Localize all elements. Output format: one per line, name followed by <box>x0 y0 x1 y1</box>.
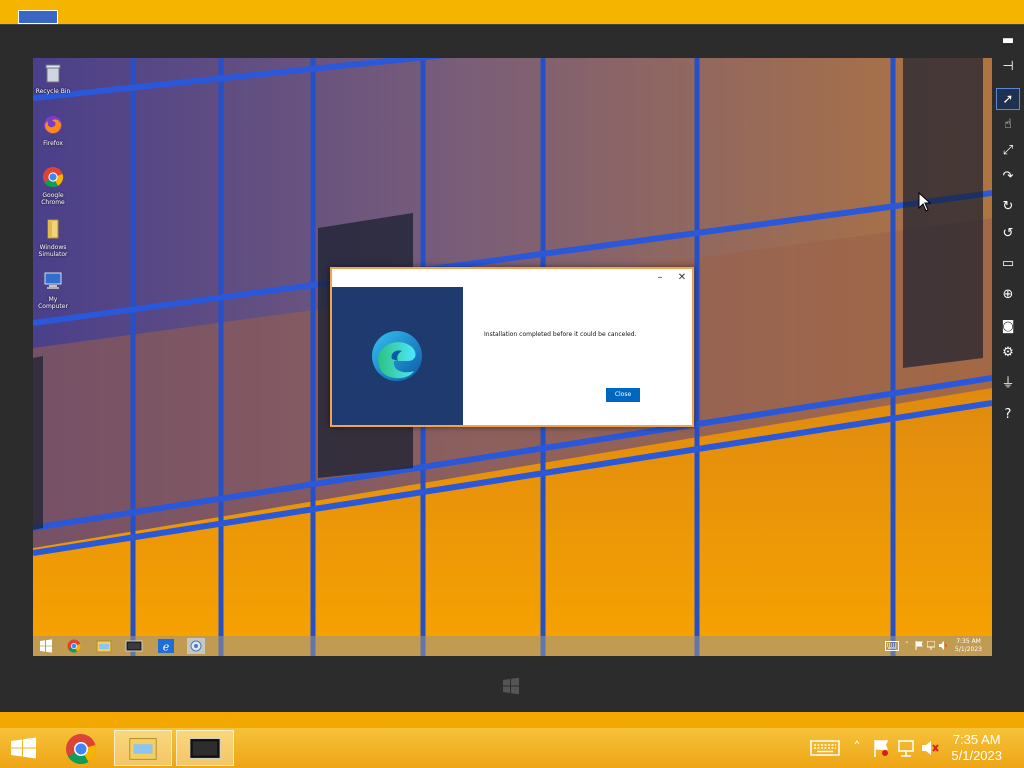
volume-icon[interactable] <box>939 641 947 650</box>
host-desktop-icon[interactable] <box>18 10 58 24</box>
edge-logo-icon <box>372 331 422 381</box>
minimize-tool[interactable]: ▬ <box>996 30 1020 52</box>
mouse-cursor-icon <box>918 192 932 212</box>
action-center-flag-icon[interactable] <box>872 738 890 758</box>
screenshot-tool[interactable]: ◙ <box>996 316 1020 338</box>
network-icon[interactable] <box>896 738 916 758</box>
folder-icon <box>47 219 59 239</box>
computer-icon <box>44 272 62 289</box>
action-center-flag-icon[interactable] <box>915 641 923 650</box>
tray-chevron-icon[interactable]: ˄ <box>850 738 864 758</box>
pinch-zoom-tool[interactable]: ⤢ <box>996 140 1020 162</box>
simulator-home-button[interactable] <box>500 676 522 696</box>
help-tool[interactable]: ? <box>996 404 1020 426</box>
chrome-icon[interactable] <box>63 638 85 654</box>
minimize-button[interactable]: – <box>650 271 670 285</box>
dialog-titlebar: – ✕ <box>332 269 692 287</box>
desktop-icon-my-computer[interactable]: My Computer <box>35 270 71 310</box>
host-clock[interactable]: 7:35 AM 5/1/2023 <box>951 732 1002 764</box>
simulator-screen[interactable]: Recycle Bin Firefox Google Chrome Window… <box>33 58 992 656</box>
simulator-icon[interactable] <box>176 730 234 766</box>
desktop-icon-label: Google Chrome <box>41 192 65 206</box>
mouse-mode-tool[interactable]: ➚ <box>996 88 1020 110</box>
desktop-icon-label: Firefox <box>43 140 63 147</box>
chrome-icon <box>43 167 64 188</box>
desktop-icon-windows-simulator[interactable]: Windows Simulator <box>35 218 71 258</box>
simulator-icon[interactable] <box>123 638 145 654</box>
rotate-clockwise-tool[interactable]: ↻ <box>996 196 1020 218</box>
keyboard-icon[interactable] <box>810 738 840 758</box>
desktop-icon-label: Windows Simulator <box>38 244 68 258</box>
setup-icon[interactable] <box>185 638 207 654</box>
close-icon[interactable]: ✕ <box>672 271 692 285</box>
desktop-icon-label: My Computer <box>38 296 68 310</box>
simulator-window: Recycle Bin Firefox Google Chrome Window… <box>0 24 1024 712</box>
file-explorer-icon[interactable] <box>93 638 115 654</box>
settings-tool[interactable]: ⚙ <box>996 342 1020 364</box>
rotate-counterclockwise-tool[interactable]: ↺ <box>996 223 1020 245</box>
dialog-brand-panel <box>332 287 463 425</box>
desktop-icon-recycle-bin[interactable]: Recycle Bin <box>35 62 71 95</box>
tray-chevron-icon[interactable]: ˄ <box>905 641 909 649</box>
pin-tool[interactable]: ⊣ <box>996 56 1020 78</box>
setup-dialog: – ✕ Installation completed before it cou… <box>330 267 694 427</box>
host-clock-date: 5/1/2023 <box>951 748 1002 763</box>
volume-muted-icon[interactable] <box>920 738 940 758</box>
close-button[interactable]: Close <box>606 388 640 402</box>
touch-mode-tool[interactable]: ☝ <box>996 114 1020 136</box>
start-button[interactable] <box>35 638 57 654</box>
rotation-mode-tool[interactable]: ↷ <box>996 166 1020 188</box>
inner-clock-date: 5/1/2023 <box>955 646 982 653</box>
desktop-icon-firefox[interactable]: Firefox <box>35 114 71 147</box>
inner-clock[interactable]: 7:35 AM 5/1/2023 <box>955 638 982 654</box>
desktop-icon-label: Recycle Bin <box>35 88 71 95</box>
inner-clock-time: 7:35 AM <box>956 638 981 645</box>
keyboard-icon[interactable] <box>885 641 899 651</box>
network-icon[interactable] <box>927 641 935 650</box>
inner-taskbar: e ˄ 7:35 AM 5/1/2023 <box>33 636 992 656</box>
desktop-icon-chrome[interactable]: Google Chrome <box>35 166 71 206</box>
resolution-tool[interactable]: ▭ <box>996 253 1020 275</box>
firefox-icon <box>44 116 62 134</box>
svg-text:e: e <box>163 641 170 654</box>
network-tool[interactable]: ⏚ <box>996 373 1020 395</box>
host-taskbar: ˄ 7:35 AM 5/1/2023 <box>0 728 1024 768</box>
host-desktop-strip <box>0 0 1024 24</box>
host-clock-time: 7:35 AM <box>952 732 1001 747</box>
file-explorer-icon[interactable] <box>114 730 172 766</box>
location-tool[interactable]: ⊕ <box>996 284 1020 306</box>
start-button[interactable] <box>0 730 48 766</box>
recycle-bin-icon <box>45 64 61 83</box>
chrome-icon[interactable] <box>52 730 110 766</box>
internet-explorer-icon[interactable]: e <box>155 638 177 654</box>
dialog-message: Installation completed before it could b… <box>484 331 637 338</box>
